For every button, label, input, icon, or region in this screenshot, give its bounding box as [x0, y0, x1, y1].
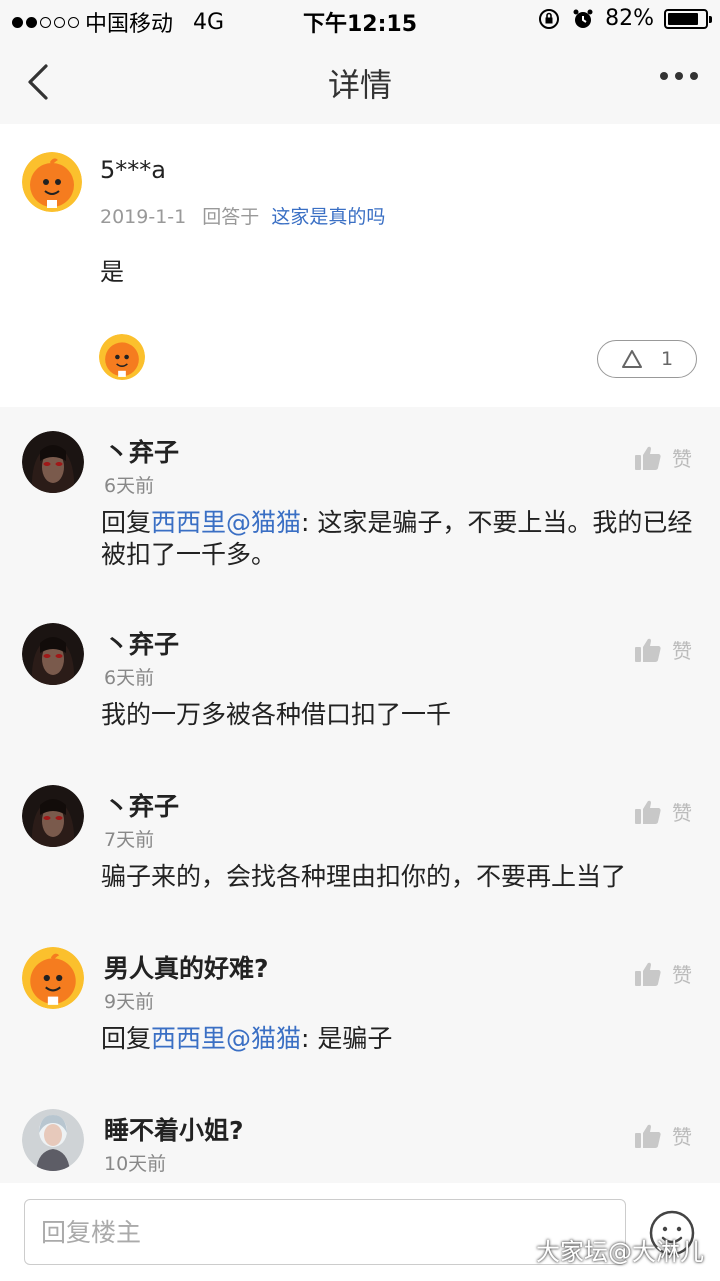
answer-prefix: 回答于: [202, 206, 260, 228]
comment-time: 6天前: [104, 475, 155, 497]
comment-text: 我的一万多被各种借口扣了一千: [101, 699, 701, 731]
comment-time: 7天前: [104, 829, 155, 851]
like-label: 赞: [672, 447, 692, 471]
photo-avatar-icon: [22, 1109, 84, 1171]
alarm-clock-icon: [573, 9, 593, 28]
post-author-avatar[interactable]: [22, 152, 82, 212]
commenter-avatar[interactable]: [22, 623, 84, 685]
commenter-name[interactable]: 丶弃子: [104, 625, 179, 661]
orange-mascot-icon: [99, 334, 145, 380]
page-title: 详情: [327, 66, 392, 104]
triangle-up-icon: [621, 350, 642, 368]
post-date: 2019-1-1: [100, 206, 187, 228]
like-label: 赞: [672, 1125, 692, 1149]
post-author-name[interactable]: 5***a: [100, 156, 166, 184]
like-button[interactable]: 赞: [634, 443, 692, 472]
liker-avatar[interactable]: [99, 334, 145, 380]
comment-text: 回复西西里@猫猫: 是骗子: [101, 1023, 701, 1055]
commenter-avatar[interactable]: [22, 1109, 84, 1171]
like-label: 赞: [672, 639, 692, 663]
question-link[interactable]: 这家是真的吗: [271, 206, 385, 228]
like-label: 赞: [672, 963, 692, 987]
reply-bar: 大家坛@大淋儿: [0, 1183, 720, 1281]
upvote-count: 1: [660, 348, 674, 370]
upvote-button[interactable]: 1: [597, 340, 697, 378]
thumbs-up-icon: [635, 446, 661, 470]
commenter-avatar[interactable]: [22, 785, 84, 847]
comment-time: 6天前: [104, 667, 155, 689]
comment-text: 骗子来的，会找各种理由扣你的，不要再上当了: [101, 861, 701, 893]
battery-icon: [664, 8, 712, 29]
mention-link[interactable]: 西西里@猫猫: [151, 1024, 301, 1053]
comment-body: 我的一万多被各种借口扣了一千: [101, 700, 452, 729]
comment-time: 9天前: [104, 991, 155, 1013]
watermark: 大家坛@大淋儿: [536, 1238, 704, 1266]
battery-level-fill: [668, 12, 698, 25]
battery-percent: 82%: [605, 6, 654, 31]
comment-body: 骗子来的，会找各种理由扣你的，不要再上当了: [101, 862, 627, 891]
commenter-name[interactable]: 睡不着小姐?: [104, 1111, 244, 1147]
commenter-avatar[interactable]: [22, 431, 84, 493]
reply-prefix: 回复: [101, 508, 152, 537]
comment-body: : 是骗子: [301, 1024, 393, 1053]
thumbs-up-icon: [635, 638, 661, 662]
comment-list: 丶弃子 6天前 赞 回复西西里@猫猫: 这家是骗子，不要上当。我的已经被扣了一千…: [0, 407, 720, 1183]
dark-portrait-icon: [22, 623, 84, 685]
reply-prefix: 回复: [101, 1024, 152, 1053]
thumbs-up-icon: [635, 962, 661, 986]
post-meta: 2019-1-1 回答于 这家是真的吗: [100, 202, 385, 229]
comment-text: 回复西西里@猫猫: 这家是骗子，不要上当。我的已经被扣了一千多。: [101, 507, 701, 571]
like-button[interactable]: 赞: [634, 797, 692, 826]
more-options-icon[interactable]: [660, 72, 698, 80]
status-bar: 中国移动 4G 下午12:15 82%: [0, 0, 720, 40]
post-content: 是: [100, 258, 124, 286]
commenter-name[interactable]: 男人真的好难?: [104, 949, 269, 985]
like-label: 赞: [672, 801, 692, 825]
comment-time: 10天前: [104, 1153, 167, 1175]
dark-portrait-icon: [22, 431, 84, 493]
orange-mascot-icon: [22, 152, 82, 212]
orange-mascot-icon: [22, 947, 84, 1009]
commenter-avatar[interactable]: [22, 947, 84, 1009]
thumbs-up-icon: [635, 1124, 661, 1148]
thumbs-up-icon: [635, 800, 661, 824]
nav-bar: 详情: [0, 40, 720, 124]
like-button[interactable]: 赞: [634, 959, 692, 988]
status-right: 82%: [537, 6, 712, 31]
dark-portrait-icon: [22, 785, 84, 847]
mention-link[interactable]: 西西里@猫猫: [151, 508, 301, 537]
commenter-name[interactable]: 丶弃子: [104, 787, 179, 823]
like-button[interactable]: 赞: [634, 1121, 692, 1150]
rotation-lock-icon: [539, 8, 560, 29]
main-post: 5***a 2019-1-1 回答于 这家是真的吗 是 1: [0, 124, 720, 407]
like-button[interactable]: 赞: [634, 635, 692, 664]
commenter-name[interactable]: 丶弃子: [104, 433, 179, 469]
